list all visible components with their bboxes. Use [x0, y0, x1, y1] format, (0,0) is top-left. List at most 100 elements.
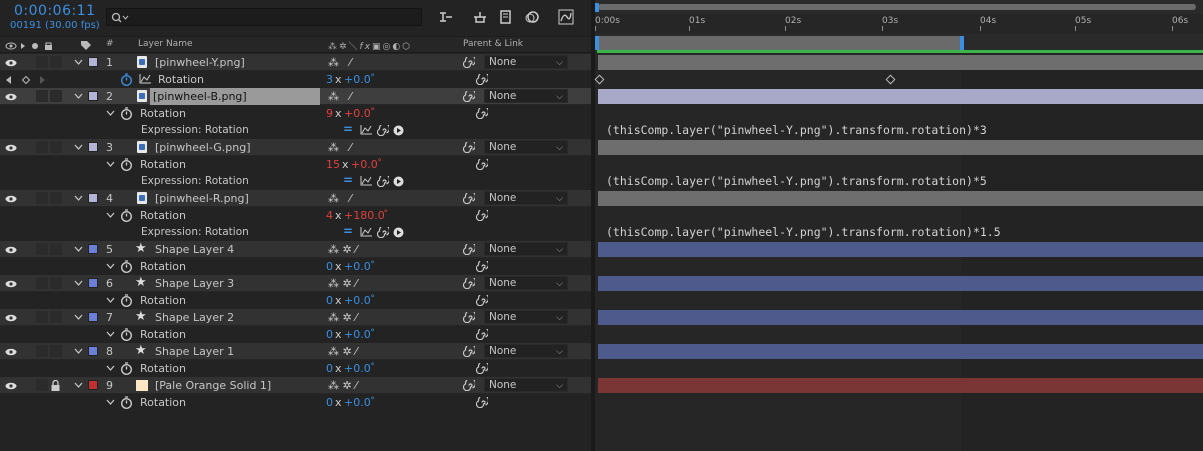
label-color-swatch[interactable] [88, 312, 98, 322]
rotation-revolutions[interactable]: 0 [326, 294, 333, 307]
label-color-swatch[interactable] [88, 91, 98, 101]
expression-language-menu-icon[interactable] [393, 227, 404, 238]
keyframe-navigator[interactable] [6, 76, 46, 84]
solo-toggle[interactable] [36, 192, 48, 204]
rotation-degrees[interactable]: +180.0 [344, 209, 385, 222]
layer-name[interactable]: [pinwheel-R.png] [155, 192, 249, 205]
layer-duration-bar[interactable] [598, 378, 1203, 393]
stopwatch-icon[interactable] [120, 209, 133, 222]
solo-toggle[interactable] [36, 277, 48, 289]
rotation-degrees[interactable]: +0.0 [344, 396, 371, 409]
chevron-down-icon[interactable] [106, 263, 115, 270]
stopwatch-icon[interactable] [120, 107, 133, 120]
rotation-revolutions[interactable]: 15 [326, 158, 340, 171]
pick-whip-icon[interactable] [463, 380, 475, 391]
layer-switches[interactable]: ⁂ ⁄ [328, 90, 351, 103]
layer-name[interactable]: Shape Layer 1 [155, 345, 234, 358]
layer-name-header[interactable]: Layer Name [138, 39, 193, 49]
pick-whip-icon[interactable] [463, 346, 475, 357]
layer-switches[interactable]: ⁂ ⁄ [328, 192, 351, 205]
pick-whip-icon[interactable] [463, 244, 475, 255]
pick-whip-icon[interactable] [463, 142, 475, 153]
lock-icon[interactable] [51, 380, 60, 391]
expression-graph-icon[interactable] [360, 176, 372, 186]
label-color-swatch[interactable] [88, 193, 98, 203]
rotation-revolutions[interactable]: 9 [326, 107, 333, 120]
solo-toggle[interactable] [36, 379, 48, 391]
pick-whip-icon[interactable] [476, 397, 488, 408]
visibility-eye-icon[interactable] [5, 348, 17, 356]
solo-toggle[interactable] [36, 90, 48, 102]
pick-whip-icon[interactable] [476, 108, 488, 119]
rotation-revolutions[interactable]: 0 [326, 260, 333, 273]
stopwatch-icon[interactable] [120, 362, 133, 375]
layer-switches[interactable]: ⁂ ✲ ⁄ [328, 243, 357, 256]
layer-row[interactable]: 2 [pinwheel-B.png] ⁂ ⁄ None ⌵ [0, 88, 591, 105]
pick-whip-icon[interactable] [463, 91, 475, 102]
label-color-swatch[interactable] [88, 244, 98, 254]
comp-flowchart-icon[interactable] [438, 9, 454, 25]
rotation-property-row[interactable]: Rotation 0 x +0.0 ° [0, 326, 591, 343]
layer-duration-bar[interactable] [598, 140, 1203, 155]
visibility-eye-icon[interactable] [5, 314, 17, 322]
expression-pick-whip-icon[interactable] [377, 176, 389, 187]
draft-3d-icon[interactable] [472, 9, 488, 25]
chevron-down-icon[interactable] [74, 280, 83, 287]
stopwatch-icon[interactable] [120, 328, 133, 341]
expression-text[interactable]: (thisComp.layer("pinwheel-Y.png").transf… [606, 225, 1001, 239]
pick-whip-icon[interactable] [476, 159, 488, 170]
lock-toggle[interactable] [50, 141, 62, 153]
lock-toggle[interactable] [50, 277, 62, 289]
lock-toggle[interactable] [50, 90, 62, 102]
chevron-down-icon[interactable] [106, 297, 115, 304]
chevron-down-icon[interactable] [74, 348, 83, 355]
parent-dropdown[interactable]: None ⌵ [484, 140, 568, 154]
rotation-degrees[interactable]: +0.0 [344, 362, 371, 375]
current-time[interactable]: 0:00:06:11 [14, 3, 96, 19]
visibility-eye-icon[interactable] [5, 280, 17, 288]
rotation-property-row[interactable]: Rotation 0 x +0.0 ° [0, 258, 591, 275]
rotation-property-row[interactable]: Rotation 0 x +0.0 ° [0, 394, 591, 411]
visibility-eye-icon[interactable] [5, 195, 17, 203]
visibility-eye-icon[interactable] [5, 246, 17, 254]
expression-pick-whip-icon[interactable] [377, 227, 389, 238]
expression-language-menu-icon[interactable] [393, 176, 404, 187]
layer-switches[interactable]: ⁂ ✲ ⁄ [328, 379, 357, 392]
layer-duration-bar[interactable] [598, 242, 1203, 257]
chevron-down-icon[interactable] [106, 331, 115, 338]
layer-row[interactable]: 6 ★ Shape Layer 3 ⁂ ✲ ⁄ None ⌵ [0, 275, 591, 292]
rotation-revolutions[interactable]: 0 [326, 328, 333, 341]
chevron-down-icon[interactable] [74, 246, 83, 253]
layer-row[interactable]: 3 [pinwheel-G.png] ⁂ ⁄ None ⌵ [0, 139, 591, 156]
rotation-property-row[interactable]: Rotation 0 x +0.0 ° [0, 360, 591, 377]
solo-toggle[interactable] [36, 56, 48, 68]
layer-name[interactable]: [pinwheel-Y.png] [155, 56, 245, 69]
layer-duration-bar[interactable] [598, 89, 1203, 104]
layer-name[interactable]: [pinwheel-G.png] [155, 141, 250, 154]
parent-dropdown[interactable]: None ⌵ [484, 191, 568, 205]
layer-switches[interactable]: ⁂ ⁄ [328, 56, 351, 69]
expression-enable-icon[interactable]: = [343, 224, 353, 238]
chevron-down-icon[interactable] [106, 110, 115, 117]
solo-toggle[interactable] [36, 345, 48, 357]
chevron-down-icon[interactable] [106, 212, 115, 219]
visibility-eye-icon[interactable] [5, 93, 17, 101]
rotation-degrees[interactable]: +0.0 [344, 294, 371, 307]
layer-switches[interactable]: ⁂ ✲ ⁄ [328, 311, 357, 324]
chevron-down-icon[interactable] [74, 144, 83, 151]
rotation-revolutions[interactable]: 3 [326, 73, 333, 86]
parent-dropdown[interactable]: None ⌵ [484, 310, 568, 324]
expression-enable-icon[interactable]: = [343, 122, 353, 136]
rotation-degrees[interactable]: +0.0 [351, 158, 378, 171]
lock-toggle[interactable] [50, 56, 62, 68]
rotation-revolutions[interactable]: 0 [326, 396, 333, 409]
motion-blur-icon[interactable] [524, 9, 540, 25]
chevron-down-icon[interactable] [106, 399, 115, 406]
layer-duration-bar[interactable] [598, 310, 1203, 325]
label-color-swatch[interactable] [88, 278, 98, 288]
solo-toggle[interactable] [36, 141, 48, 153]
lock-toggle[interactable] [50, 192, 62, 204]
label-color-swatch[interactable] [88, 380, 98, 390]
stopwatch-icon[interactable] [120, 294, 133, 307]
rotation-degrees[interactable]: +0.0 [344, 107, 371, 120]
